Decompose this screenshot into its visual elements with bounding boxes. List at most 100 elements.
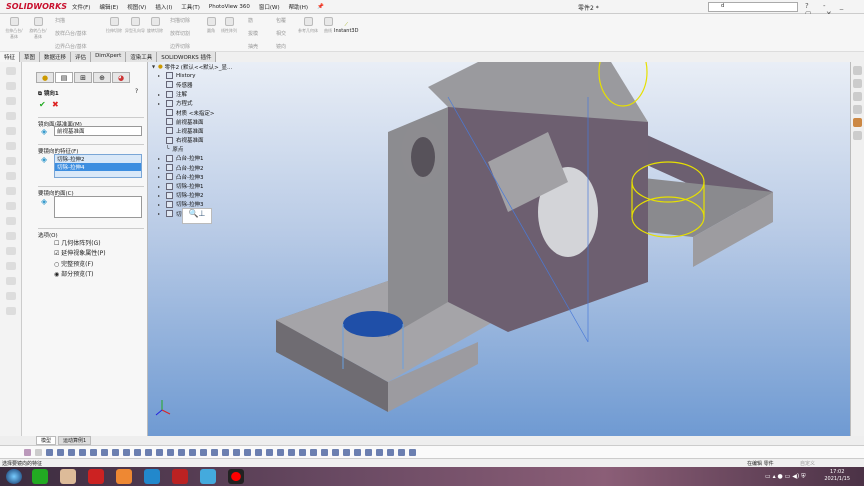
tool-icon[interactable] [56,449,64,456]
tool-icon[interactable] [6,142,16,150]
tool-icon[interactable] [6,172,16,180]
tool-icon[interactable] [6,67,16,75]
faces-list[interactable] [54,196,142,218]
tab-render-tools[interactable]: 渲染工具 [126,52,158,62]
ribbon-wrap[interactable]: 包覆 [276,17,286,24]
tool-icon[interactable] [6,112,16,120]
tree-item[interactable]: ▸ 切除-拉伸2 [152,191,232,200]
ribbon-intersect[interactable]: 相交 [276,30,286,37]
ribbon-loft[interactable]: 放样凸台/基体 [55,30,87,37]
tool-icon[interactable] [6,262,16,270]
tab-features[interactable]: 特征 [0,52,21,62]
ribbon-fillet[interactable]: 圆角 [203,17,219,34]
tool-icon[interactable] [287,449,295,456]
tool-icon[interactable] [6,232,16,240]
tab-data-migration[interactable]: 数据迁移 [40,52,72,62]
tool-icon[interactable] [166,449,174,456]
units-dropdown[interactable]: 自定义 [800,460,815,467]
tool-icon[interactable] [23,449,31,456]
tool-icon[interactable] [243,449,251,456]
tool-icon[interactable] [331,449,339,456]
tool-icon[interactable] [397,449,405,456]
ribbon-instant3d[interactable]: ⟋ Instant3D [334,22,358,34]
tab-dimxpert[interactable]: DimXpert [91,52,127,62]
tool-icon[interactable] [133,449,141,456]
display-manager-tab[interactable]: ◕ [112,72,130,83]
tool-icon[interactable] [6,217,16,225]
tab-model[interactable]: 模型 [36,436,57,445]
tool-icon[interactable] [232,449,240,456]
cancel-button[interactable]: ✖ [52,100,59,109]
menu-view[interactable]: 视图(V) [127,3,146,11]
mirror-face-field[interactable]: 前视基准面 [54,126,142,136]
geometry-pattern-checkbox[interactable]: ☐ 几何体阵列(G) [54,238,101,247]
tool-icon[interactable] [353,449,361,456]
full-preview-radio[interactable]: ○ 完整预览(F) [54,259,93,268]
ribbon-reference-geometry[interactable]: 参考几何体 [298,17,318,34]
tool-icon[interactable] [298,449,306,456]
appearances-icon[interactable] [853,118,862,127]
pin-icon[interactable]: 📌 [317,4,324,10]
tool-icon[interactable] [342,449,350,456]
feature-manager-tab[interactable]: ● [36,72,54,83]
library-icon[interactable] [853,79,862,88]
tool-icon[interactable] [6,97,16,105]
tool-icon[interactable] [386,449,394,456]
tool-icon[interactable] [254,449,262,456]
ribbon-extrude-cut[interactable]: 拉伸切除 [104,17,124,34]
tool-icon[interactable] [221,449,229,456]
tool-icon[interactable] [210,449,218,456]
search-input[interactable]: d [708,2,798,12]
tool-icon[interactable] [144,449,152,456]
part-model[interactable] [148,62,850,436]
tree-item[interactable]: 材质 <未指定> [152,108,232,117]
tool-icon[interactable] [155,449,163,456]
ribbon-mirror[interactable]: 镜向 [276,43,286,50]
tool-icon[interactable] [265,449,273,456]
ribbon-hole-wizard[interactable]: 异型孔向导 [125,17,145,34]
tool-icon[interactable] [78,449,86,456]
tree-item[interactable]: ▸ 方程式 [152,99,232,108]
zoom-to-selection-icon[interactable]: 🔍 [189,209,199,218]
tree-item[interactable]: ▸ History [152,71,232,80]
tool-icon[interactable] [408,449,416,456]
tree-item[interactable]: ▸ 切除-拉伸1 [152,181,232,190]
start-button[interactable] [6,469,22,484]
propagate-visual-checkbox[interactable]: ☑ 延伸视象属性(P) [54,248,106,257]
clock[interactable]: 17:02 2021/1/15 [824,469,850,483]
tool-icon[interactable] [320,449,328,456]
context-toolbar[interactable]: 🔍⊥ [182,208,212,224]
tool-icon[interactable] [375,449,383,456]
ribbon-boundary[interactable]: 边界凸台/基体 [55,43,87,50]
ribbon-loft-cut[interactable]: 放样切割 [170,30,190,37]
tool-icon[interactable] [6,187,16,195]
ribbon-swept-cut[interactable]: 扫描切除 [170,17,190,24]
tab-sketch[interactable]: 草图 [20,52,41,62]
menu-edit[interactable]: 编辑(E) [99,3,118,11]
tool-icon[interactable] [45,449,53,456]
tree-item[interactable]: 上视基准面 [152,126,232,135]
menu-file[interactable]: 文件(F) [72,3,90,11]
tool-icon[interactable] [6,157,16,165]
tree-root[interactable]: ▼ ● 零件2 (默认<<默认>_显... [152,62,232,71]
tree-item[interactable]: ▸ 凸台-拉伸2 [152,163,232,172]
solidworks-app[interactable] [172,469,188,484]
tree-item[interactable]: 前视基准面 [152,117,232,126]
tree-item[interactable]: 传感器 [152,80,232,89]
browser-app[interactable] [144,469,160,484]
tab-evaluate[interactable]: 评估 [71,52,92,62]
tool-icon[interactable] [6,292,16,300]
ribbon-extrude-boss[interactable]: 拉伸凸台/基体 [4,17,24,40]
tool-icon[interactable] [122,449,130,456]
image-app[interactable] [200,469,216,484]
menu-window[interactable]: 窗口(W) [259,3,280,11]
tab-solidworks-addins[interactable]: SOLIDWORKS 插件 [157,52,217,62]
menu-insert[interactable]: 插入(I) [155,3,172,11]
wechat-app[interactable] [32,469,48,484]
ribbon-shell[interactable]: 抽壳 [248,43,258,50]
tool-icon[interactable] [67,449,75,456]
tree-item[interactable]: └ 原点 [152,145,232,154]
ok-button[interactable]: ✔ [39,100,46,109]
tool-icon[interactable] [6,202,16,210]
autocad-app[interactable] [88,469,104,484]
